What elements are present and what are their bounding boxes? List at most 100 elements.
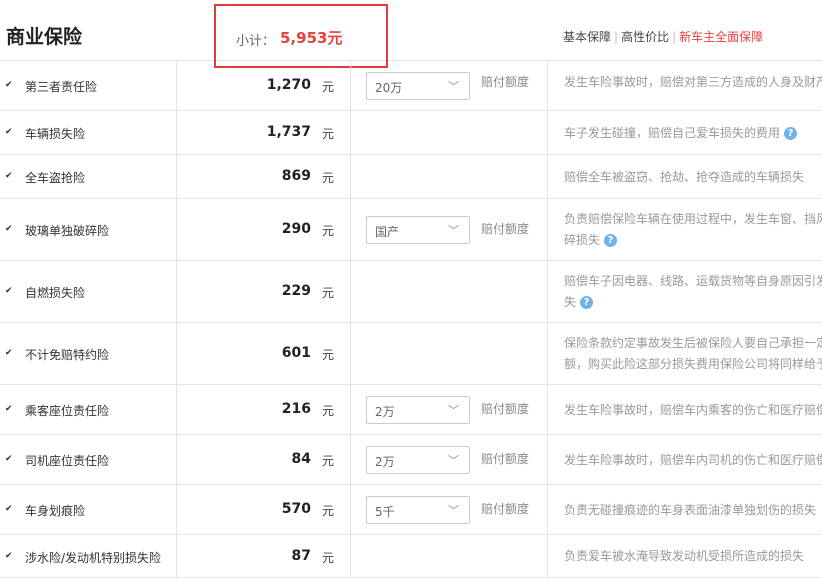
coverage-amount-value: 2万	[375, 455, 395, 469]
coverage-amount-value: 国产	[375, 225, 400, 239]
header: 商业保险 小计： 5,953元 基本保障 | 高性价比 | 新车主全面保障	[0, 0, 822, 68]
currency-unit: 元	[322, 550, 335, 565]
coverage-description: 发生车险事故时，赔偿车内司机的伤亡和医疗赔偿	[564, 450, 822, 471]
table-row: ✔ 全车盗抢险 869 元 赔偿全车被盗窃、抢劫、抢夺造成的车辆损失	[0, 155, 822, 199]
table-row: ✔ 玻璃单独破碎险 290 元 国产 ﹀ 赔付额度 负责赔偿保险车辆在使用过程中，发生车窗、挡…	[0, 199, 822, 261]
premium-value: 1,737	[266, 124, 311, 140]
coverage-amount-select[interactable]: 2万 ﹀	[366, 446, 470, 474]
description-line: 发生车险事故时，赔偿对第三方造成的人身及财产	[564, 75, 822, 89]
subtotal-value: 5,953元	[280, 29, 343, 47]
currency-unit: 元	[322, 286, 335, 300]
coverage-name: 玻璃单独破碎险	[25, 224, 110, 238]
plan-tabs: 基本保障 | 高性价比 | 新车主全面保障	[563, 28, 763, 45]
coverage-description: 车子发生碰撞，赔偿自己爱车损失的费用?	[564, 123, 822, 144]
tab-basic[interactable]: 基本保障	[563, 30, 611, 44]
coverage-name: 司机座位责任险	[25, 454, 110, 468]
premium-value: 290	[281, 221, 311, 237]
table-row: ✔ 车辆损失险 1,737 元 车子发生碰撞，赔偿自己爱车损失的费用?	[0, 111, 822, 155]
table-row: ✔ 车身划痕险 570 元 5千 ﹀ 赔付额度 负责无碰撞痕迹的车身表面油漆单独划伤的损失	[0, 485, 822, 535]
row-checkbox[interactable]: ✔	[5, 225, 14, 234]
coverage-amount-label: 赔付额度	[481, 502, 530, 516]
row-checkbox[interactable]: ✔	[5, 505, 14, 514]
help-icon[interactable]: ?	[784, 126, 798, 140]
tab-full-coverage[interactable]: 新车主全面保障	[679, 30, 763, 44]
coverage-name: 车辆损失险	[25, 127, 86, 141]
premium-value: 1,270	[266, 76, 311, 93]
table-row: ✔ 自燃损失险 229 元 赔偿车子因电器、线路、运载货物等自身原因引发失?	[0, 261, 822, 323]
description-line: 发生车险事故时，赔偿车内乘客的伤亡和医疗赔偿	[564, 402, 822, 417]
coverage-name: 自燃损失险	[25, 286, 86, 300]
description-line: 负责爱车被水淹导致发动机受损所造成的损失	[564, 549, 805, 563]
currency-unit: 元	[322, 171, 335, 185]
coverage-amount-value: 2万	[375, 405, 395, 419]
premium-value: 869	[281, 168, 311, 184]
description-line: 负责赔偿保险车辆在使用过程中，发生车窗、挡风	[564, 212, 822, 226]
coverage-amount-select[interactable]: 5千 ﹀	[366, 496, 470, 524]
coverage-description: 保险条款约定事故发生后被保险人要自己承担一定 额，购买此险这部分损失费用保险公司将…	[564, 333, 822, 375]
chevron-down-icon: ﹀	[448, 504, 459, 517]
coverage-description: 赔偿车子因电器、线路、运载货物等自身原因引发失?	[564, 271, 822, 313]
row-checkbox[interactable]: ✔	[5, 172, 14, 181]
description-line: 失	[564, 295, 577, 309]
currency-unit: 元	[322, 454, 335, 468]
description-line: 发生车险事故时，赔偿车内司机的伤亡和医疗赔偿	[564, 452, 822, 467]
table-row: ✔ 涉水险/发动机特别损失险 87 元 负责爱车被水淹导致发动机受损所造成的损失	[0, 535, 822, 578]
coverage-amount-label: 赔付额度	[481, 402, 530, 416]
premium-value: 570	[281, 501, 311, 517]
row-checkbox[interactable]: ✔	[5, 551, 14, 561]
coverage-description: 负责爱车被水淹导致发动机受损所造成的损失	[564, 546, 822, 567]
description-line: 车子发生碰撞，赔偿自己爱车损失的费用	[564, 125, 781, 140]
coverage-amount-select[interactable]: 国产 ﹀	[366, 216, 470, 244]
currency-unit: 元	[322, 224, 335, 238]
coverage-name: 全车盗抢险	[25, 171, 86, 185]
description-line: 赔偿全车被盗窃、抢劫、抢夺造成的车辆损失	[564, 169, 805, 184]
tab-separator: |	[614, 30, 619, 44]
row-checkbox[interactable]: ✔	[5, 405, 14, 414]
currency-unit: 元	[322, 127, 335, 141]
currency-unit: 元	[322, 404, 335, 418]
coverage-amount-select[interactable]: 2万 ﹀	[366, 396, 470, 424]
chevron-down-icon: ﹀	[448, 224, 459, 237]
description-line: 碎损失	[564, 233, 601, 247]
coverage-amount-label: 赔付额度	[481, 452, 530, 466]
premium-value: 216	[281, 401, 311, 417]
coverage-description: 赔偿全车被盗窃、抢劫、抢夺造成的车辆损失	[564, 167, 822, 188]
tab-value[interactable]: 高性价比	[621, 30, 669, 44]
currency-unit: 元	[322, 504, 335, 518]
tab-separator: |	[672, 30, 677, 44]
coverage-amount-label: 赔付额度	[481, 74, 530, 89]
coverage-name: 不计免赔特约险	[25, 348, 110, 362]
coverage-description: 负责赔偿保险车辆在使用过程中，发生车窗、挡风 碎损失?	[564, 209, 822, 251]
coverage-name: 第三者责任险	[25, 79, 98, 94]
coverage-name: 车身划痕险	[25, 504, 86, 518]
description-line: 负责无碰撞痕迹的车身表面油漆单独划伤的损失	[564, 502, 817, 517]
subtotal-label: 小计：	[236, 34, 276, 49]
page-title: 商业保险	[6, 26, 83, 48]
help-icon[interactable]: ?	[580, 296, 594, 309]
coverage-amount-select[interactable]: 20万 ﹀	[366, 71, 470, 100]
coverage-amount-value: 20万	[375, 80, 403, 95]
premium-value: 601	[281, 345, 311, 361]
currency-unit: 元	[322, 79, 335, 94]
description-line: 赔偿车子因电器、线路、运载货物等自身原因引发	[564, 274, 822, 288]
description-line: 保险条款约定事故发生后被保险人要自己承担一定	[564, 336, 822, 350]
help-icon[interactable]: ?	[604, 234, 618, 247]
row-checkbox[interactable]: ✔	[5, 128, 14, 137]
coverage-description: 发生车险事故时，赔偿对第三方造成的人身及财产	[564, 72, 822, 93]
premium-value: 229	[281, 283, 311, 299]
coverage-name: 涉水险/发动机特别损失险	[25, 550, 162, 565]
coverage-amount-value: 5千	[375, 505, 395, 519]
premium-value: 84	[291, 451, 311, 467]
table-row: ✔ 司机座位责任险 84 元 2万 ﹀ 赔付额度 发生车险事故时，赔偿车内司机的伤亡和医疗赔偿	[0, 435, 822, 485]
row-checkbox[interactable]: ✔	[5, 349, 14, 358]
row-checkbox[interactable]: ✔	[5, 80, 14, 90]
row-checkbox[interactable]: ✔	[5, 455, 14, 464]
row-checkbox[interactable]: ✔	[5, 287, 14, 296]
table-row: ✔ 第三者责任险 1,270 元 20万 ﹀ 赔付额度 发生车险事故时，赔偿对第三方造成的人身…	[0, 60, 822, 111]
chevron-down-icon: ﹀	[448, 79, 459, 93]
coverage-description: 负责无碰撞痕迹的车身表面油漆单独划伤的损失	[564, 500, 822, 521]
description-line: 额，购买此险这部分损失费用保险公司将同样给予	[564, 357, 822, 371]
chevron-down-icon: ﹀	[448, 454, 459, 467]
coverage-amount-label: 赔付额度	[481, 222, 530, 236]
table-row: ✔ 乘客座位责任险 216 元 2万 ﹀ 赔付额度 发生车险事故时，赔偿车内乘客的伤亡和医疗赔…	[0, 385, 822, 435]
